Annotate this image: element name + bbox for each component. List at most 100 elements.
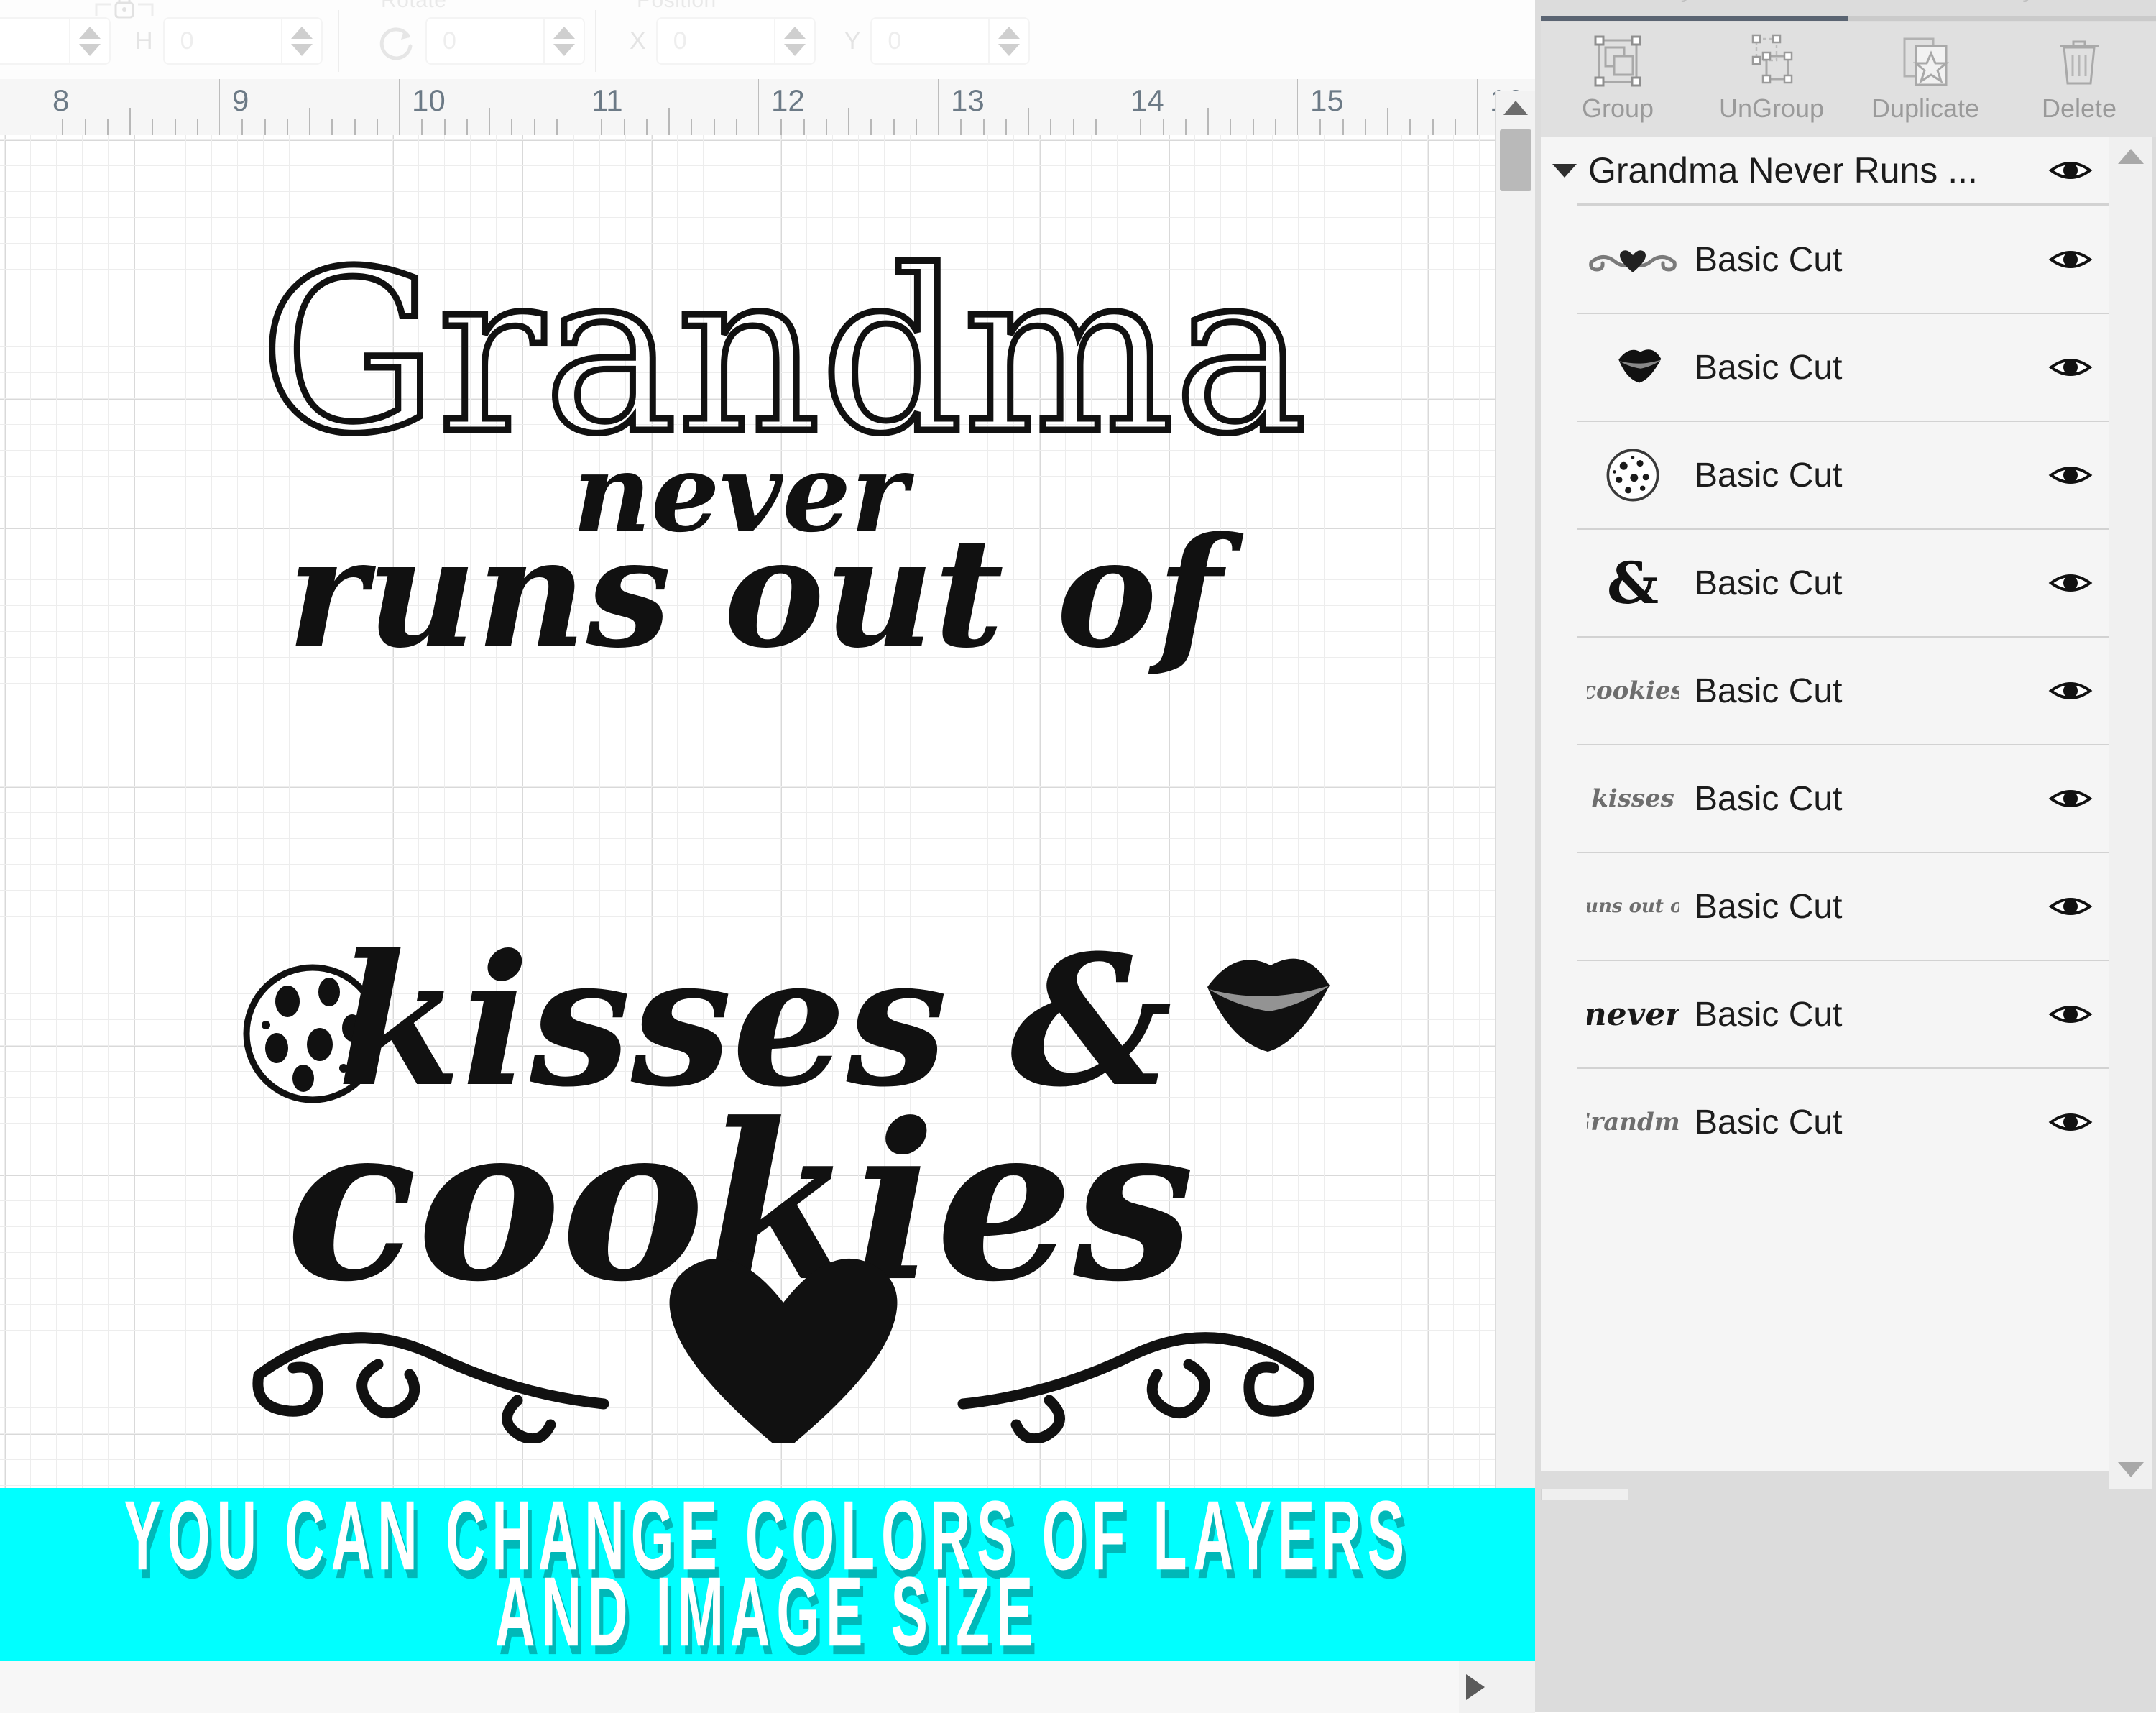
height-field[interactable]: H 0 <box>135 17 323 65</box>
artwork-lips-icon <box>1207 958 1330 1052</box>
ruler-minor-tick <box>893 119 895 135</box>
ruler-label: 13 <box>951 83 985 117</box>
horizontal-ruler[interactable]: 8910111213141516 <box>0 79 1535 136</box>
ruler-major-tick <box>938 79 939 135</box>
layer-row[interactable]: Grandma Basic Cut <box>1577 1067 2109 1175</box>
group-button-label: Group <box>1581 93 1654 123</box>
scroll-up-arrow-icon[interactable] <box>1503 101 1528 115</box>
banner-line-2: and image size <box>495 1557 1040 1661</box>
layers-scrollbar[interactable] <box>2109 137 2152 1489</box>
tab-color-sync[interactable]: Color Sync <box>1846 0 2156 4</box>
design-canvas[interactable]: Grandma never runs out of kisses & cooki… <box>0 135 1495 1488</box>
rotate-input[interactable]: 0 <box>427 19 545 63</box>
ruler-minor-tick <box>286 119 288 135</box>
ruler-minor-tick <box>421 119 423 135</box>
eye-icon[interactable] <box>2048 567 2093 599</box>
eye-icon[interactable] <box>2048 998 2093 1030</box>
layer-thumbnail: runs out of <box>1587 872 1679 941</box>
eye-icon[interactable] <box>2048 244 2093 275</box>
position-y-field[interactable]: Y 0 <box>844 17 1031 65</box>
height-stepper[interactable] <box>282 19 321 63</box>
scroll-right-arrow-icon[interactable] <box>1466 1674 1485 1700</box>
eye-icon[interactable] <box>2048 155 2093 186</box>
ruler-minor-tick <box>825 119 827 135</box>
panel-footer <box>1541 1489 2156 1712</box>
layer-row[interactable]: runs out of Basic Cut <box>1577 852 2109 960</box>
eye-icon[interactable] <box>2048 783 2093 814</box>
position-caption: Position <box>637 0 717 12</box>
tab-color-sync-indicator <box>1848 16 2156 21</box>
layer-thumbnail: Grandma <box>1587 1088 1679 1157</box>
layer-row[interactable]: & Basic Cut <box>1577 528 2109 636</box>
trash-icon <box>2060 40 2099 85</box>
eye-icon[interactable] <box>2048 675 2093 707</box>
layer-row[interactable]: never Basic Cut <box>1577 960 2109 1067</box>
ruler-minor-tick <box>1454 119 1456 135</box>
word-kisses-thumb: kisses <box>1591 784 1674 813</box>
layers-scroll-up-icon[interactable] <box>2118 149 2144 164</box>
ruler-major-tick <box>1297 79 1298 135</box>
layers-list[interactable]: Grandma Never Runs ... Basic Cut Basic Cu… <box>1541 137 2109 1471</box>
aspect-lock-icon[interactable] <box>93 0 155 36</box>
delete-button[interactable]: Delete <box>2002 22 2156 124</box>
layer-row[interactable]: kisses Basic Cut <box>1577 744 2109 852</box>
rotate-stepper[interactable] <box>545 19 584 63</box>
eye-icon[interactable] <box>2048 1106 2093 1138</box>
position-y-stepper[interactable] <box>990 19 1028 63</box>
group-button[interactable]: Group <box>1541 22 1695 124</box>
height-input[interactable]: 0 <box>165 19 282 63</box>
position-x-stepper[interactable] <box>775 19 814 63</box>
position-x-input[interactable]: 0 <box>658 19 775 63</box>
ruler-minor-tick <box>1364 119 1366 135</box>
position-x-field[interactable]: X 0 <box>630 17 816 65</box>
scroll-thumb[interactable] <box>1500 129 1531 191</box>
layer-row[interactable]: cookies Basic Cut <box>1577 636 2109 744</box>
toolbar-divider-1 <box>338 10 339 72</box>
layer-group-title: Grandma Never Runs ... <box>1588 150 1978 190</box>
ruler-minor-tick <box>84 119 86 135</box>
eye-icon[interactable] <box>2048 891 2093 922</box>
layer-row[interactable]: Basic Cut <box>1577 313 2109 421</box>
group-icon <box>1594 35 1641 87</box>
eye-icon[interactable] <box>2048 352 2093 383</box>
word-runs-out-of-thumb: runs out of <box>1587 896 1679 917</box>
layers-scroll-down-icon[interactable] <box>2118 1462 2144 1477</box>
rotate-icon[interactable] <box>374 20 418 65</box>
ruler-minor-tick <box>623 119 625 135</box>
delete-button-label: Delete <box>2041 93 2117 123</box>
chevron-down-icon[interactable] <box>1552 163 1577 178</box>
ruler-label: 14 <box>1130 83 1164 117</box>
panel-tabs: Layers Color Sync <box>1535 0 2156 22</box>
ruler-minor-tick <box>870 119 872 135</box>
duplicate-button[interactable]: Duplicate <box>1848 22 2002 124</box>
ruler-minor-tick <box>533 119 535 135</box>
position-y-input[interactable]: 0 <box>872 19 990 63</box>
canvas-vertical-scrollbar[interactable] <box>1495 91 1536 1488</box>
layer-name: Basic Cut <box>1695 456 1843 495</box>
tab-layers[interactable]: Layers <box>1535 0 1846 4</box>
ruler-label: 11 <box>591 83 623 117</box>
layer-row[interactable]: Basic Cut <box>1577 205 2109 313</box>
layer-group-row[interactable]: Grandma Never Runs ... <box>1541 137 2109 203</box>
layer-name: Basic Cut <box>1695 887 1843 926</box>
rotate-field[interactable]: 0 <box>425 17 585 65</box>
horizontal-scroll-thumb[interactable] <box>0 1661 1459 1713</box>
ruler-minor-tick <box>691 119 693 135</box>
layer-row[interactable]: Basic Cut <box>1577 421 2109 528</box>
ruler-minor-tick <box>1140 119 1142 135</box>
ruler-minor-tick <box>152 119 154 135</box>
canvas-horizontal-scrollbar[interactable] <box>0 1661 1535 1713</box>
ruler-minor-tick <box>556 119 558 135</box>
flourish-heart-thumb-icon <box>1589 250 1677 272</box>
ruler-minor-tick <box>1005 119 1007 135</box>
width-input[interactable] <box>0 19 70 63</box>
ruler-minor-tick <box>129 108 131 135</box>
ruler-label: 12 <box>771 83 805 117</box>
ungroup-button[interactable]: UnGroup <box>1695 22 1848 124</box>
ruler-minor-tick <box>376 119 378 135</box>
ruler-minor-tick <box>960 119 962 135</box>
rotate-caption: Rotate <box>381 0 447 12</box>
ruler-major-tick <box>219 79 220 135</box>
eye-icon[interactable] <box>2048 459 2093 491</box>
design-artwork[interactable]: Grandma never runs out of kisses & cooki… <box>237 221 1330 1443</box>
